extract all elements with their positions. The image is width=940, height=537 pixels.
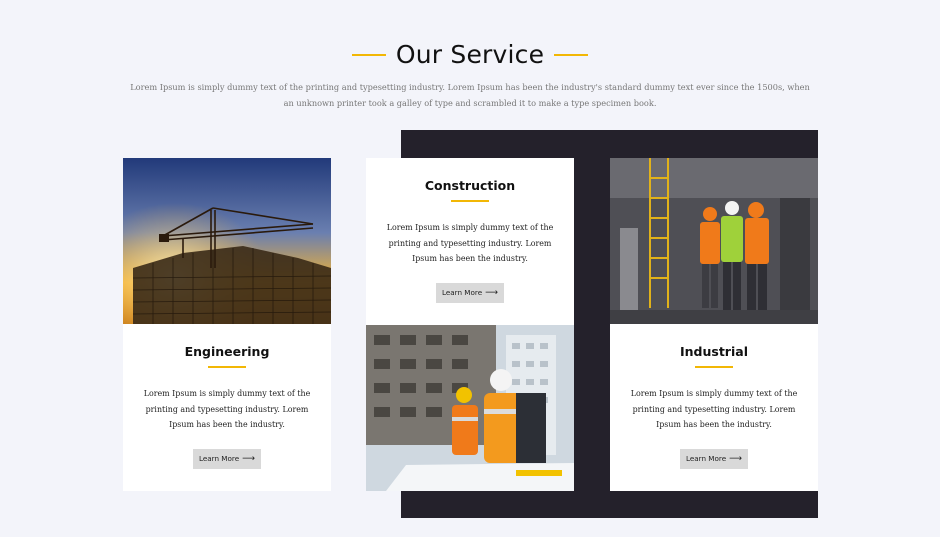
arrow-right-icon: ⟶ [242, 453, 256, 464]
service-card-engineering: Engineering Lorem Ipsum is simply dummy … [123, 158, 331, 491]
heading-right-rule [554, 53, 589, 56]
industrial-body: Industrial Lorem Ipsum is simply dummy t… [610, 344, 818, 469]
crane-building-image [123, 158, 331, 324]
engineering-image [123, 158, 331, 324]
workers-blueprint-image [366, 325, 574, 491]
service-card-industrial: Industrial Lorem Ipsum is simply dummy t… [610, 158, 818, 491]
button-label: Learn More [441, 288, 483, 297]
title-accent-bar [451, 200, 489, 202]
card-title: Engineering [184, 344, 270, 359]
card-text: Lorem Ipsum is simply dummy text of the … [143, 389, 311, 429]
heading-left-rule [351, 53, 386, 56]
button-label: Learn More [198, 454, 240, 463]
construction-image [366, 325, 574, 491]
learn-more-button[interactable]: Learn More ⟶ [436, 282, 504, 303]
engineering-body: Engineering Lorem Ipsum is simply dummy … [123, 344, 331, 469]
card-title: Construction [424, 178, 516, 193]
industrial-image [610, 158, 818, 324]
arrow-right-icon: ⟶ [485, 287, 499, 298]
title-accent-bar [695, 366, 733, 368]
card-text: Lorem Ipsum is simply dummy text of the … [630, 389, 798, 429]
card-title: Industrial [680, 344, 748, 359]
card-text: Lorem Ipsum is simply dummy text of the … [386, 223, 554, 263]
title-accent-bar [208, 366, 246, 368]
learn-more-button[interactable]: Learn More ⟶ [193, 448, 261, 469]
section-intro: Lorem Ipsum is simply dummy text of the … [130, 82, 810, 108]
button-label: Learn More [685, 454, 727, 463]
arrow-right-icon: ⟶ [729, 453, 743, 464]
construction-body: Construction Lorem Ipsum is simply dummy… [366, 178, 574, 303]
learn-more-button[interactable]: Learn More ⟶ [680, 448, 748, 469]
service-card-construction: Construction Lorem Ipsum is simply dummy… [366, 158, 574, 491]
section-heading: Our Service [0, 40, 940, 69]
industrial-workers-image [610, 158, 818, 324]
section-title: Our Service [395, 40, 545, 69]
